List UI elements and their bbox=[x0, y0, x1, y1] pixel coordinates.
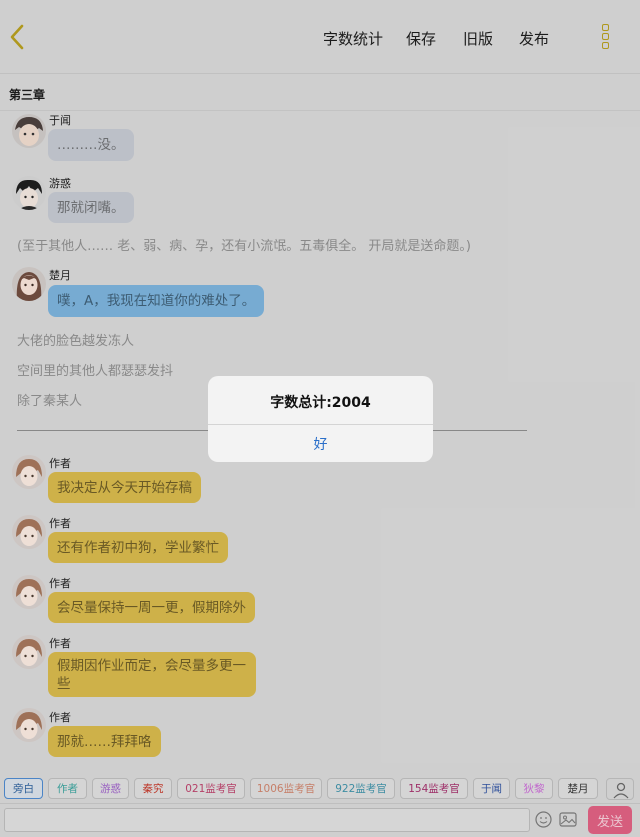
word-count-dialog: 字数总计:2004 好 bbox=[208, 376, 433, 462]
dialog-title: 字数总计:2004 bbox=[270, 395, 371, 411]
dialog-ok-button[interactable]: 好 bbox=[208, 425, 433, 462]
